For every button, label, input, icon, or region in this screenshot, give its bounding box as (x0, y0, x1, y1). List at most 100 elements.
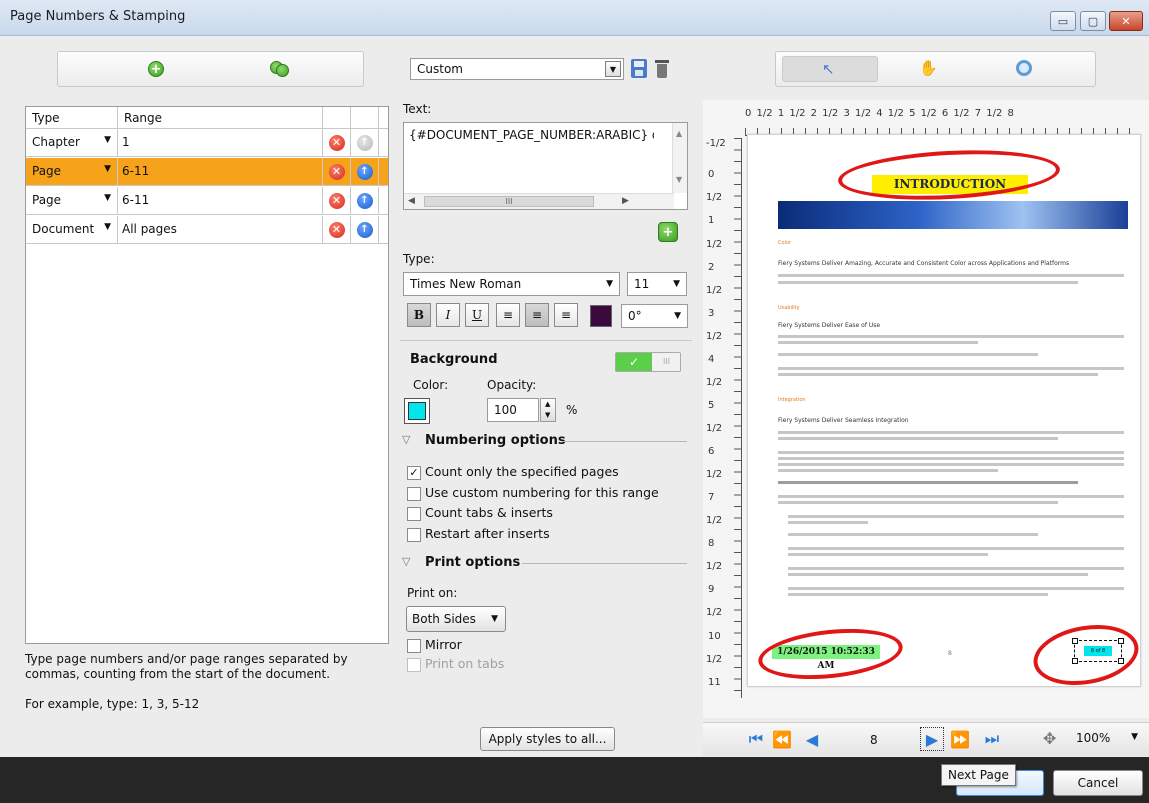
close-button[interactable]: ✕ (1109, 11, 1143, 31)
row-range-field[interactable]: All pages (118, 216, 323, 243)
delete-icon[interactable]: ✕ (328, 163, 345, 180)
table-row[interactable]: Chapter ▼ 1 ✕ ↑ (26, 129, 388, 157)
font-size-select[interactable]: 11 ▼ (627, 272, 687, 296)
toggle-grip: III (652, 353, 680, 371)
opacity-stepper[interactable]: ▲ ▼ (540, 398, 556, 422)
previous-page-icon[interactable]: ◀ (800, 727, 824, 751)
last-page-icon[interactable]: ⏭ (980, 727, 1004, 751)
current-page[interactable]: 8 (870, 733, 878, 747)
decrement-icon[interactable]: ▼ (545, 411, 550, 419)
background-toggle[interactable]: ✓ III (615, 352, 681, 372)
align-right-button[interactable]: ≡ (554, 303, 578, 327)
range-instructions: Type page numbers and/or page ranges sep… (25, 652, 348, 681)
chevron-down-icon[interactable]: ▼ (491, 614, 498, 624)
italic-button[interactable]: I (436, 303, 460, 327)
first-page-icon[interactable]: ⏮ (744, 727, 768, 751)
add-range-icon[interactable]: + (148, 61, 164, 77)
chevron-down-icon[interactable]: ▼ (605, 61, 621, 77)
horizontal-scrollbar[interactable]: ◀ III ▶ (404, 193, 674, 209)
opacity-label: Opacity: (487, 378, 537, 392)
rotation-select[interactable]: 0° ▼ (621, 304, 688, 328)
delete-icon[interactable]: ✕ (328, 192, 345, 209)
insert-variable-icon[interactable]: + (658, 222, 678, 242)
scroll-left-icon[interactable]: ◀ (408, 196, 415, 206)
preview-header-graphic (778, 201, 1128, 229)
save-preset-icon[interactable] (631, 59, 647, 78)
scroll-right-icon[interactable]: ▶ (622, 196, 629, 206)
table-row[interactable]: Page ▼ 6-11 ✕ ↑ (26, 158, 388, 186)
chevron-down-icon[interactable]: ▼ (104, 135, 111, 145)
print-options-title[interactable]: Print options (425, 555, 520, 570)
move-up-icon[interactable]: ↑ (356, 221, 373, 238)
restart-after-inserts-checkbox[interactable]: Restart after inserts (407, 526, 550, 542)
increment-icon[interactable]: ▲ (545, 400, 550, 408)
stamp-text-area[interactable]: {#DOCUMENT_PAGE_NUMBER:ARABIC} of ▲ ▼ ◀ … (403, 122, 688, 210)
row-range-field[interactable]: 1 (118, 129, 323, 156)
text-color-swatch[interactable] (590, 305, 612, 327)
bold-button[interactable]: B (407, 303, 431, 327)
text-label: Text: (403, 102, 432, 116)
scroll-up-icon[interactable]: ▲ (676, 129, 682, 138)
delete-icon[interactable]: ✕ (328, 134, 345, 151)
scroll-down-icon[interactable]: ▼ (676, 175, 682, 184)
row-type-select[interactable]: Page ▼ (26, 187, 118, 214)
print-on-select[interactable]: Both Sides ▼ (406, 606, 506, 632)
move-up-icon[interactable]: ↑ (356, 192, 373, 209)
hand-icon[interactable]: ✋ (919, 59, 938, 77)
cancel-button[interactable]: Cancel (1053, 770, 1143, 796)
minimize-button[interactable]: ▭ (1050, 11, 1076, 31)
page-preview: INTRODUCTION Color Fiery Systems Deliver… (747, 134, 1141, 687)
collapse-triangle-icon[interactable]: ▽ (402, 555, 410, 568)
numbering-options-title[interactable]: Numbering options (425, 433, 566, 448)
checkbox-checked-icon[interactable]: ✓ (407, 465, 421, 480)
table-row[interactable]: Page ▼ 6-11 ✕ ↑ (26, 187, 388, 215)
chevron-down-icon[interactable]: ▼ (104, 222, 111, 232)
row-type-select[interactable]: Page ▼ (26, 158, 118, 185)
chevron-down-icon[interactable]: ▼ (104, 193, 111, 203)
chevron-down-icon[interactable]: ▼ (606, 279, 613, 289)
duplicate-range-icon[interactable] (270, 61, 290, 77)
table-row[interactable]: Document ▼ All pages ✕ ↑ (26, 216, 388, 244)
pointer-icon[interactable]: ↖ (822, 60, 835, 78)
range-example: For example, type: 1, 3, 5-12 (25, 697, 200, 711)
delete-icon[interactable]: ✕ (328, 221, 345, 238)
move-up-icon[interactable]: ↑ (356, 163, 373, 180)
align-center-button[interactable]: ≡ (525, 303, 549, 327)
preset-select[interactable]: Custom ▼ (410, 58, 624, 80)
font-select[interactable]: Times New Roman ▼ (403, 272, 620, 296)
chevron-down-icon[interactable]: ▼ (673, 279, 680, 289)
column-header-range: Range (118, 107, 323, 128)
maximize-button[interactable]: ▢ (1080, 11, 1106, 31)
color-label: Color: (413, 378, 449, 392)
chevron-down-icon[interactable]: ▼ (674, 311, 681, 321)
custom-numbering-checkbox[interactable]: Use custom numbering for this range (407, 485, 659, 501)
scroll-thumb[interactable]: III (424, 196, 594, 207)
row-type-select[interactable]: Chapter ▼ (26, 129, 118, 156)
opacity-field[interactable]: 100 (487, 398, 539, 422)
zoom-select[interactable]: 100% ▼ (1070, 726, 1144, 750)
count-tabs-checkbox[interactable]: Count tabs & inserts (407, 505, 553, 521)
delete-preset-icon[interactable] (655, 59, 669, 78)
row-type-select[interactable]: Document ▼ (26, 216, 118, 243)
chevron-down-icon[interactable]: ▼ (1131, 732, 1138, 742)
align-left-button[interactable]: ≡ (496, 303, 520, 327)
column-header-type: Type (26, 107, 118, 128)
row-range-field[interactable]: 6-11 (118, 158, 323, 185)
apply-styles-button[interactable]: Apply styles to all... (480, 727, 615, 751)
vertical-scrollbar[interactable]: ▲ ▼ (672, 123, 687, 193)
collapse-triangle-icon[interactable]: ▽ (402, 433, 410, 446)
underline-button[interactable]: U (465, 303, 489, 327)
next-page-tooltip: Next Page (941, 764, 1016, 786)
chevron-down-icon[interactable]: ▼ (104, 164, 111, 174)
range-toolbar: + (57, 51, 364, 87)
row-range-field[interactable]: 6-11 (118, 187, 323, 214)
background-color-button[interactable] (404, 398, 430, 424)
background-color-swatch (408, 402, 426, 420)
zoom-icon[interactable] (1016, 60, 1032, 76)
mirror-checkbox[interactable]: Mirror (407, 637, 462, 653)
align-right-icon: ≡ (560, 308, 572, 322)
stamp-text-value[interactable]: {#DOCUMENT_PAGE_NUMBER:ARABIC} of (409, 128, 654, 142)
count-specified-checkbox[interactable]: ✓ Count only the specified pages (407, 464, 619, 480)
fit-page-icon[interactable]: ✥ (1043, 729, 1056, 748)
next-page-icon[interactable]: ▶ (920, 727, 944, 751)
